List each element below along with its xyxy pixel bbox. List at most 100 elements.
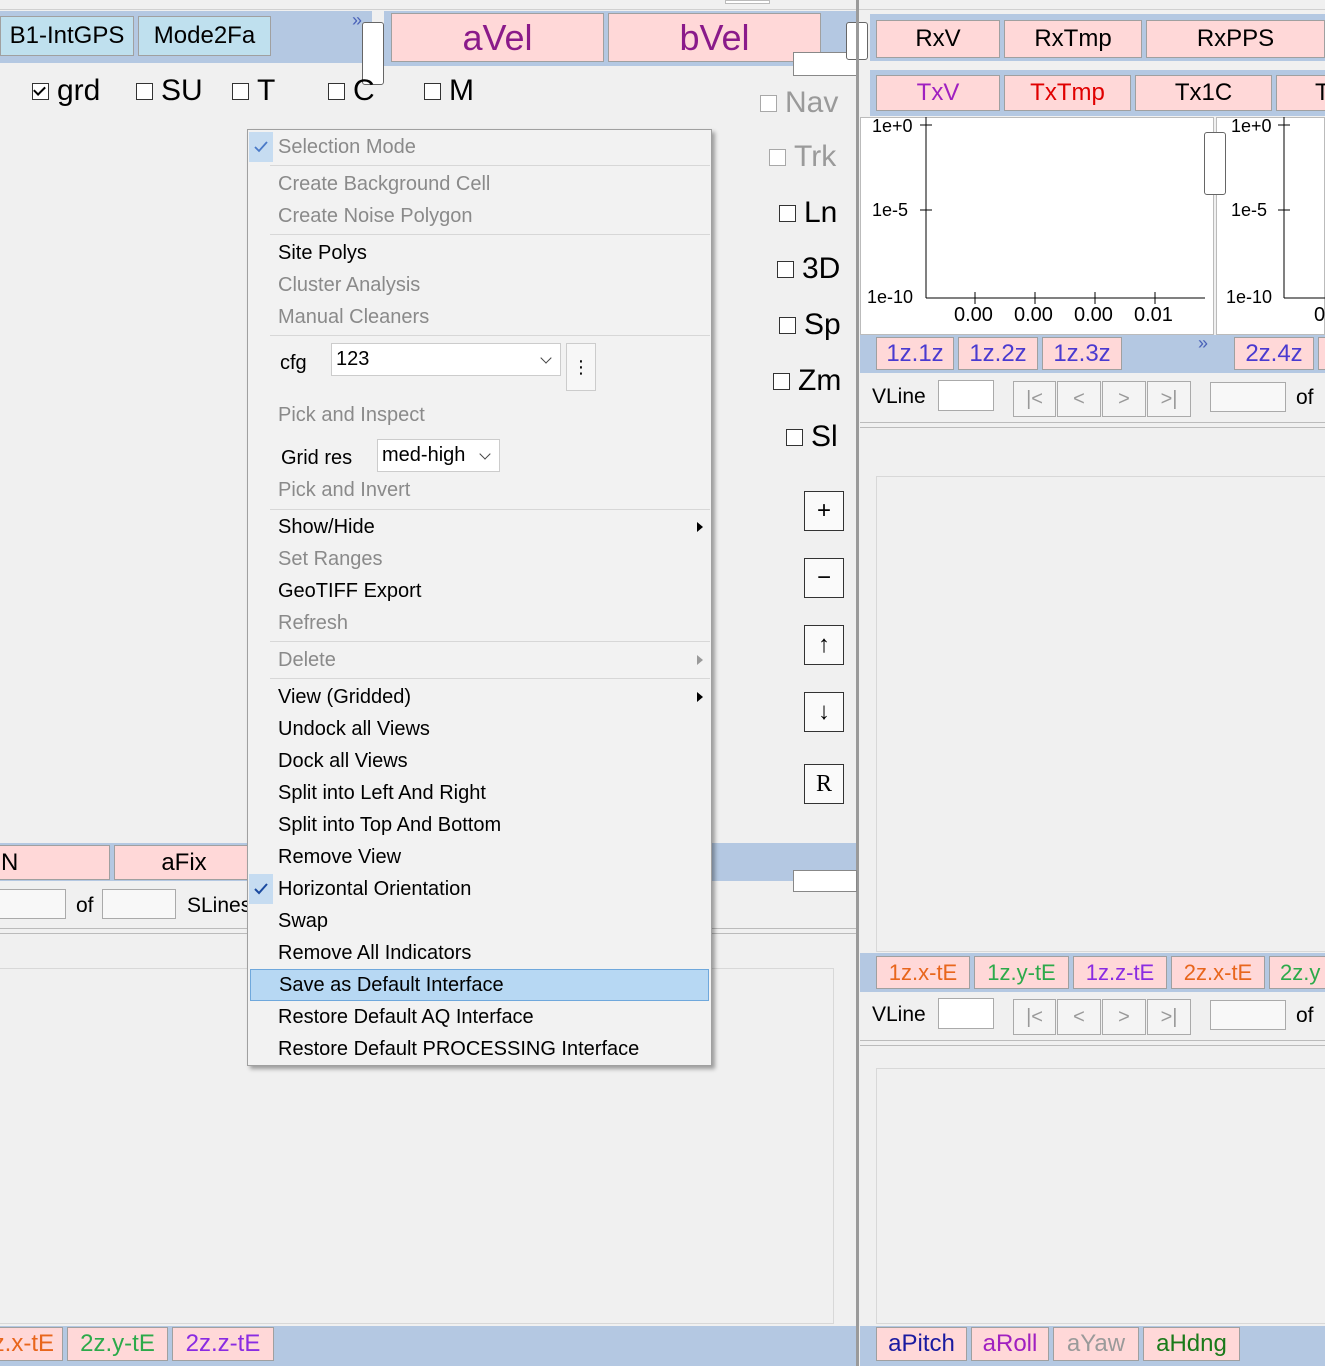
tab-t[interactable]: T xyxy=(1276,75,1325,111)
tab-1z-2z[interactable]: 1z.2z xyxy=(958,337,1038,370)
tab-afix[interactable]: aFix xyxy=(114,845,254,880)
menu-item-restore-processing-interface[interactable]: Restore Default PROCESSING Interface xyxy=(248,1033,711,1065)
tab-1z-y-te[interactable]: 1z.y-tE xyxy=(974,956,1069,989)
splitter-handle-5[interactable] xyxy=(793,870,857,892)
checkbox-ln[interactable]: Ln xyxy=(779,196,837,230)
menu-item-split-left-right[interactable]: Split into Left And Right xyxy=(248,777,711,809)
zoom-in-button[interactable]: + xyxy=(804,491,844,531)
tab-2z-x-te[interactable]: 2z.x-tE xyxy=(1171,956,1265,989)
menu-item-selection-mode[interactable]: Selection Mode xyxy=(248,131,711,163)
reset-button[interactable]: R xyxy=(804,764,844,804)
checkbox-m[interactable]: M xyxy=(424,74,474,108)
zoom-out-button[interactable]: − xyxy=(804,558,844,598)
tab-2z-y-te[interactable]: 2z.y-tE xyxy=(67,1327,168,1361)
tab-mode2fa[interactable]: Mode2Fa xyxy=(138,16,271,56)
h-splitter[interactable] xyxy=(860,422,1325,428)
menu-item-manual-cleaners[interactable]: Manual Cleaners xyxy=(248,301,711,333)
menu-item-dock-all-views[interactable]: Dock all Views xyxy=(248,745,711,777)
menu-item-pick-and-invert[interactable]: Pick and Invert xyxy=(248,474,711,506)
splitter-handle-4[interactable] xyxy=(1204,132,1226,195)
tab-tx1c[interactable]: Tx1C xyxy=(1135,75,1272,111)
more-options-button[interactable]: ⋮ xyxy=(566,343,596,391)
checkbox-sl[interactable]: Sl xyxy=(786,420,838,454)
next-button[interactable]: > xyxy=(1102,999,1146,1035)
main-splitter[interactable] xyxy=(856,0,859,1366)
tab-rxpps[interactable]: RxPPS xyxy=(1146,20,1325,58)
tab-2z-4z[interactable]: 2z.4z xyxy=(1234,337,1314,370)
tab-rxtmp[interactable]: RxTmp xyxy=(1004,20,1142,58)
menu-item-create-background-cell[interactable]: Create Background Cell xyxy=(248,168,711,200)
tab-avel[interactable]: aVel xyxy=(391,13,604,62)
prev-button[interactable]: < xyxy=(1057,381,1101,417)
checkbox-su[interactable]: SU xyxy=(136,74,203,108)
tab-overflow[interactable] xyxy=(1318,337,1325,370)
h-splitter[interactable] xyxy=(860,1040,1325,1046)
tab-rxv[interactable]: RxV xyxy=(876,20,1000,58)
tab-txtmp[interactable]: TxTmp xyxy=(1004,75,1131,111)
menu-item-refresh[interactable]: Refresh xyxy=(248,607,711,639)
first-button[interactable]: |< xyxy=(1013,999,1056,1035)
last-button[interactable]: >| xyxy=(1147,381,1191,417)
menu-item-save-default-interface[interactable]: Save as Default Interface xyxy=(250,969,709,1001)
tab-ayaw[interactable]: aYaw xyxy=(1053,1327,1139,1361)
checkbox-sp[interactable]: Sp xyxy=(779,308,841,342)
menu-item-show-hide[interactable]: Show/Hide xyxy=(248,511,711,543)
menu-separator xyxy=(270,335,710,336)
checkbox-zm[interactable]: Zm xyxy=(773,364,841,398)
page-input[interactable] xyxy=(1210,382,1286,412)
tab-2z-y-te[interactable]: 2z.y xyxy=(1269,956,1325,989)
tab-b1-intgps[interactable]: B1-IntGPS xyxy=(0,16,134,56)
vline-label: VLine xyxy=(872,1003,926,1026)
menu-item-create-noise-polygon[interactable]: Create Noise Polygon xyxy=(248,200,711,232)
tab-2z-z-te[interactable]: 2z.z-tE xyxy=(172,1327,274,1361)
checkbox-grd[interactable]: grd xyxy=(32,74,100,108)
tab-1z-z-te[interactable]: 1z.z-tE xyxy=(1073,956,1167,989)
menu-item-remove-view[interactable]: Remove View xyxy=(248,841,711,873)
cfg-select[interactable]: 123 xyxy=(331,343,561,376)
next-button[interactable]: > xyxy=(1102,381,1146,417)
checkbox-t[interactable]: T xyxy=(232,74,275,108)
prev-button[interactable]: < xyxy=(1057,999,1101,1035)
vline-input[interactable] xyxy=(938,380,994,411)
checkbox-nav[interactable]: Nav xyxy=(760,86,838,120)
menu-item-site-polys[interactable]: Site Polys xyxy=(248,237,711,269)
tab-scroll-icon[interactable]: » xyxy=(352,10,362,31)
menu-item-split-top-bottom[interactable]: Split into Top And Bottom xyxy=(248,809,711,841)
menu-item-pick-and-inspect[interactable]: Pick and Inspect xyxy=(248,399,711,431)
menu-item-cluster-analysis[interactable]: Cluster Analysis xyxy=(248,269,711,301)
menu-item-horizontal-orientation[interactable]: Horizontal Orientation xyxy=(248,873,711,905)
tab-bvel[interactable]: bVel xyxy=(608,13,821,62)
checkbox-c[interactable]: C xyxy=(328,74,375,108)
tab-1z-x-te[interactable]: 1z.x-tE xyxy=(876,956,970,989)
menu-separator xyxy=(270,165,710,166)
grid-res-select[interactable]: med-high xyxy=(377,439,500,472)
tab-1z-1z[interactable]: 1z.1z xyxy=(876,337,954,370)
move-down-button[interactable]: ↓ xyxy=(804,692,844,732)
tab-txv[interactable]: TxV xyxy=(876,75,1000,111)
vline-input[interactable] xyxy=(938,998,994,1029)
page-input[interactable] xyxy=(1210,1000,1286,1030)
total-input[interactable] xyxy=(102,889,176,919)
page-input[interactable] xyxy=(0,889,66,919)
menu-item-delete[interactable]: Delete xyxy=(248,644,711,676)
menu-item-remove-all-indicators[interactable]: Remove All Indicators xyxy=(248,937,711,969)
menu-item-geotiff-export[interactable]: GeoTIFF Export xyxy=(248,575,711,607)
menu-item-set-ranges[interactable]: Set Ranges xyxy=(248,543,711,575)
tab-n[interactable]: N xyxy=(0,845,110,880)
top-scroll-thumb[interactable] xyxy=(725,0,770,4)
menu-item-view-gridded[interactable]: View (Gridded) xyxy=(248,681,711,713)
checkbox-trk[interactable]: Trk xyxy=(769,140,836,174)
tab-scroll-icon[interactable]: » xyxy=(1198,333,1208,354)
last-button[interactable]: >| xyxy=(1147,999,1191,1035)
tab-1z-3z[interactable]: 1z.3z xyxy=(1042,337,1122,370)
first-button[interactable]: |< xyxy=(1013,381,1056,417)
tab-aroll[interactable]: aRoll xyxy=(971,1327,1049,1361)
tab-ahdng[interactable]: aHdng xyxy=(1143,1327,1240,1361)
menu-item-undock-all-views[interactable]: Undock all Views xyxy=(248,713,711,745)
move-up-button[interactable]: ↑ xyxy=(804,625,844,665)
tab-apitch[interactable]: aPitch xyxy=(876,1327,967,1361)
menu-item-restore-aq-interface[interactable]: Restore Default AQ Interface xyxy=(248,1001,711,1033)
tab-z-x-te[interactable]: z.x-tE xyxy=(0,1327,63,1361)
menu-item-swap[interactable]: Swap xyxy=(248,905,711,937)
checkbox-3d[interactable]: 3D xyxy=(777,252,840,286)
